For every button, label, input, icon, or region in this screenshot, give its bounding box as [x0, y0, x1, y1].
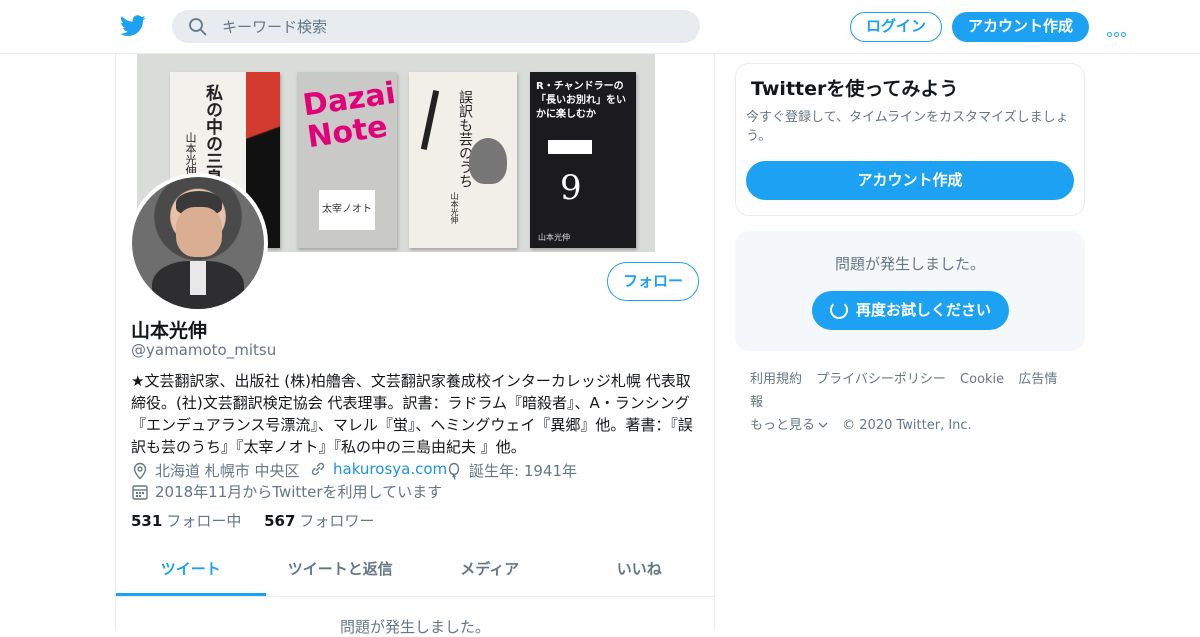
profile-url: hakurosya.com [309, 460, 447, 478]
tab-likes[interactable]: いいね [565, 547, 715, 596]
retry-label: 再度お試しください [855, 302, 991, 319]
chevron-down-icon [818, 422, 828, 428]
location-pin-icon [133, 462, 147, 479]
footer-link-cookie[interactable]: Cookie [960, 372, 1004, 387]
sidebar-error-card: 問題が発生しました。 再度お試しください [735, 231, 1085, 351]
retry-button[interactable]: 再度お試しください [812, 291, 1009, 330]
book-title: Dazai Note [300, 75, 398, 156]
joined-text: 2018年11月からTwitterを利用しています [155, 483, 443, 501]
tab-tweets-replies[interactable]: ツイートと返信 [266, 547, 416, 596]
refresh-icon [829, 301, 848, 319]
login-button[interactable]: ログイン [850, 12, 942, 42]
profile-handle: @yamamoto_mitsu [131, 341, 277, 359]
banner-book-2: Dazai Note 太宰ノオト [297, 72, 398, 248]
location-text: 北海道 札幌市 中央区 [155, 462, 300, 480]
tab-media[interactable]: メディア [415, 547, 565, 596]
signup-card-button[interactable]: アカウント作成 [746, 161, 1074, 200]
search-input[interactable] [222, 10, 682, 43]
signup-card-text: 今すぐ登録して、タイムラインをカスタマイズしましょう。 [746, 110, 1069, 144]
following-stat[interactable]: 531 フォロー中 [131, 512, 241, 530]
banner-book-3: 誤訳も芸のうち 山本光伸 [409, 72, 517, 248]
book-subtitle: 太宰ノオト [319, 190, 375, 230]
footer-link-terms[interactable]: 利用規約 [750, 372, 802, 387]
twitter-bird-icon[interactable] [120, 14, 146, 38]
book-author: 山本光伸 [184, 132, 197, 176]
more-options-icon[interactable] [1107, 22, 1131, 37]
followers-stat[interactable]: 567 フォロワー [264, 512, 374, 530]
top-navigation-bar: ログイン アカウント作成 [0, 0, 1200, 54]
profile-tabs: ツイート ツイートと返信 メディア いいね [116, 547, 714, 597]
footer-copyright: © 2020 Twitter, Inc. [842, 418, 972, 433]
banner-book-4: R・チャンドラーの「長いお別れ」をいかに楽しむか 9 山本光伸 [530, 72, 636, 248]
sidebar-error-text: 問題が発生しました。 [834, 255, 985, 273]
book-title: R・チャンドラーの「長いお別れ」をいかに楽しむか [536, 81, 626, 120]
footer-more[interactable]: もっと見る [750, 418, 828, 433]
footer-link-privacy[interactable]: プライバシーポリシー [816, 372, 946, 387]
profile-bio: ★文芸翻訳家、出版社 (株)柏艪舎、文芸翻訳家養成校インターカレッジ札幌 代表取… [131, 372, 693, 456]
tab-tweets[interactable]: ツイート [116, 547, 266, 596]
profile-joined: 2018年11月からTwitterを利用しています [131, 481, 442, 502]
profile-url-link[interactable]: hakurosya.com [333, 460, 447, 478]
book-author: 山本光伸 [450, 192, 459, 224]
profile-avatar[interactable] [128, 173, 268, 313]
search-icon [189, 18, 207, 36]
signup-card-title: Twitterを使ってみよう [751, 78, 959, 100]
search-box[interactable] [172, 10, 700, 43]
calendar-icon [132, 484, 148, 500]
profile-location: 北海道 札幌市 中央区 [131, 460, 300, 481]
timeline-error-text: 問題が発生しました。 [339, 618, 490, 636]
follow-button[interactable]: フォロー [607, 262, 699, 301]
footer-links: 利用規約 プライバシーポリシー Cookie 広告情報 もっと見る © 2020… [750, 368, 1080, 437]
book-author: 山本光伸 [538, 233, 570, 242]
balloon-icon [448, 462, 460, 480]
signup-prompt-card: Twitterを使ってみよう 今すぐ登録して、タイムラインをカスタマイズしましょ… [735, 63, 1085, 216]
profile-stats: 531 フォロー中 567 フォロワー [131, 510, 374, 531]
signup-button[interactable]: アカウント作成 [952, 12, 1089, 42]
profile-birth: 誕生年: 1941年 [445, 460, 577, 481]
profile-name: 山本光伸 [131, 320, 208, 342]
birth-text: 誕生年: 1941年 [469, 462, 577, 480]
link-icon [311, 462, 325, 476]
